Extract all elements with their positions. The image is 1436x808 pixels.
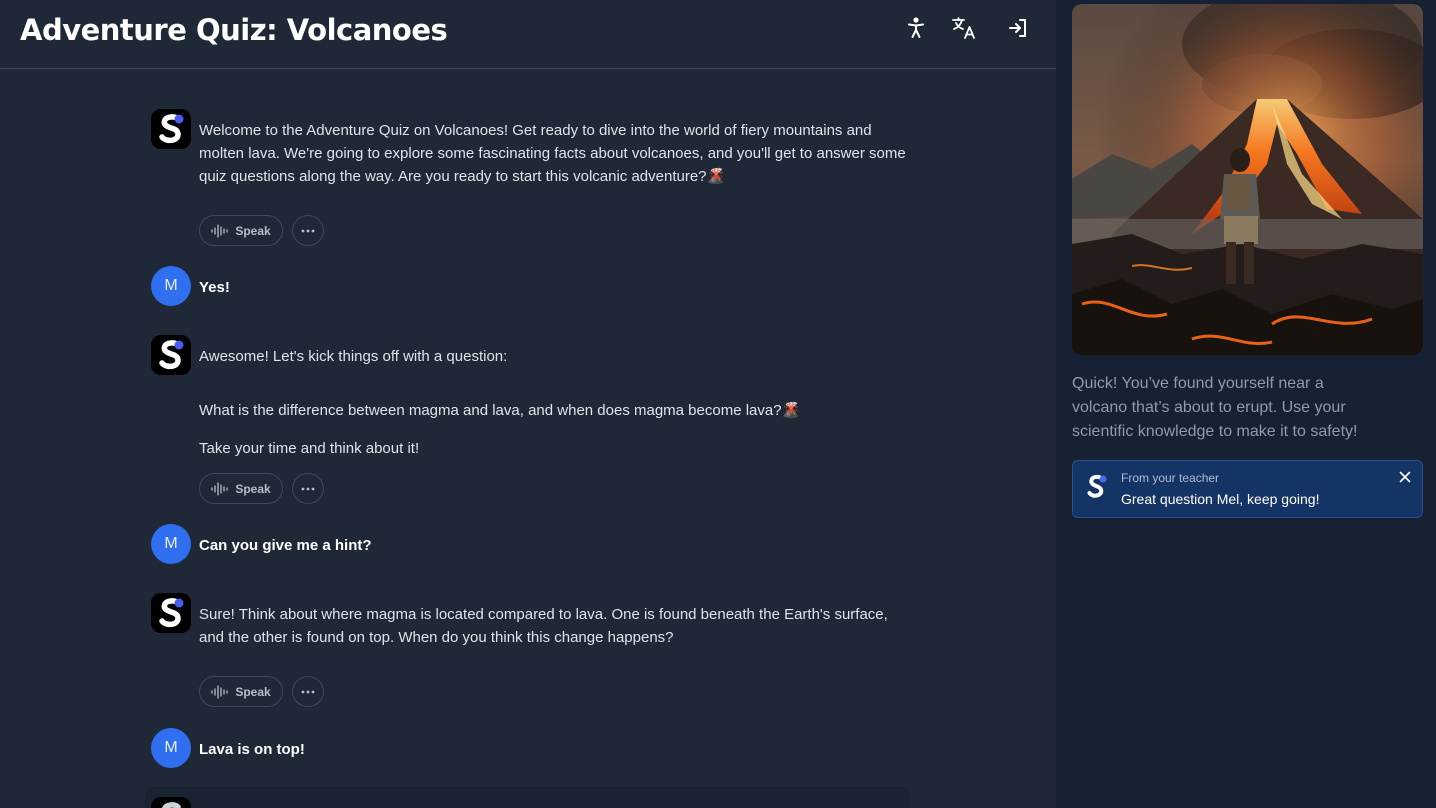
more-icon [301, 690, 315, 693]
message-actions: Speak [199, 215, 324, 246]
user-avatar: M [151, 728, 191, 768]
message-paragraph: What is the difference between magma and… [199, 402, 801, 419]
more-icon [301, 229, 315, 232]
exit-icon[interactable] [1005, 15, 1031, 41]
assistant-avatar [151, 109, 191, 149]
message-paragraph: Welcome to the Adventure Quiz on Volcano… [199, 122, 906, 185]
teacher-note-label: From your teacher [1121, 471, 1220, 485]
user-avatar: M [151, 266, 191, 306]
message-text: Welcome to the Adventure Quiz on Volcano… [199, 119, 909, 188]
user-avatar: M [151, 524, 191, 564]
teacher-note: From your teacher Great question Mel, ke… [1072, 460, 1423, 518]
scenario-sidebar: Quick! You’ve found yourself near a volc… [1056, 0, 1436, 808]
message-text: Awesome! Let's kick things off with a qu… [199, 345, 909, 460]
teacher-note-message: Great question Mel, keep going! [1121, 491, 1320, 507]
message-paragraph: Awesome! Let's kick things off with a qu… [199, 348, 508, 365]
more-options-button[interactable] [292, 215, 324, 246]
next-message-peek [145, 787, 910, 808]
close-icon[interactable] [1397, 469, 1413, 485]
speak-button[interactable]: Speak [199, 473, 283, 504]
speak-button[interactable]: Speak [199, 676, 283, 707]
accessibility-icon[interactable] [903, 15, 929, 41]
speak-label: Speak [235, 223, 271, 238]
message-text: Lava is on top! [199, 741, 305, 758]
message-text: Yes! [199, 279, 230, 296]
message-text: Can you give me a hint? [199, 537, 372, 554]
assistant-avatar [151, 593, 191, 633]
speak-label: Speak [235, 684, 271, 699]
more-icon [301, 487, 315, 490]
assistant-avatar [151, 335, 191, 375]
message-actions: Speak [199, 473, 324, 504]
teacher-logo-icon [1085, 473, 1109, 501]
header: Adventure Quiz: Volcanoes [0, 0, 1056, 69]
volcano-scene-image [1072, 4, 1423, 355]
page-title: Adventure Quiz: Volcanoes [20, 13, 448, 47]
message-text: Sure! Think about where magma is located… [199, 603, 909, 649]
speak-label: Speak [235, 481, 271, 496]
more-options-button[interactable] [292, 676, 324, 707]
speak-button[interactable]: Speak [199, 215, 283, 246]
message-paragraph: Sure! Think about where magma is located… [199, 606, 888, 646]
more-options-button[interactable] [292, 473, 324, 504]
assistant-avatar [151, 797, 191, 808]
translate-icon[interactable] [951, 15, 977, 41]
message-paragraph: Take your time and think about it! [199, 440, 420, 457]
chat-panel: Adventure Quiz: Volcanoes Welcome to the… [0, 0, 1056, 808]
scenario-text: Quick! You’ve found yourself near a volc… [1072, 375, 1358, 440]
message-actions: Speak [199, 676, 324, 707]
